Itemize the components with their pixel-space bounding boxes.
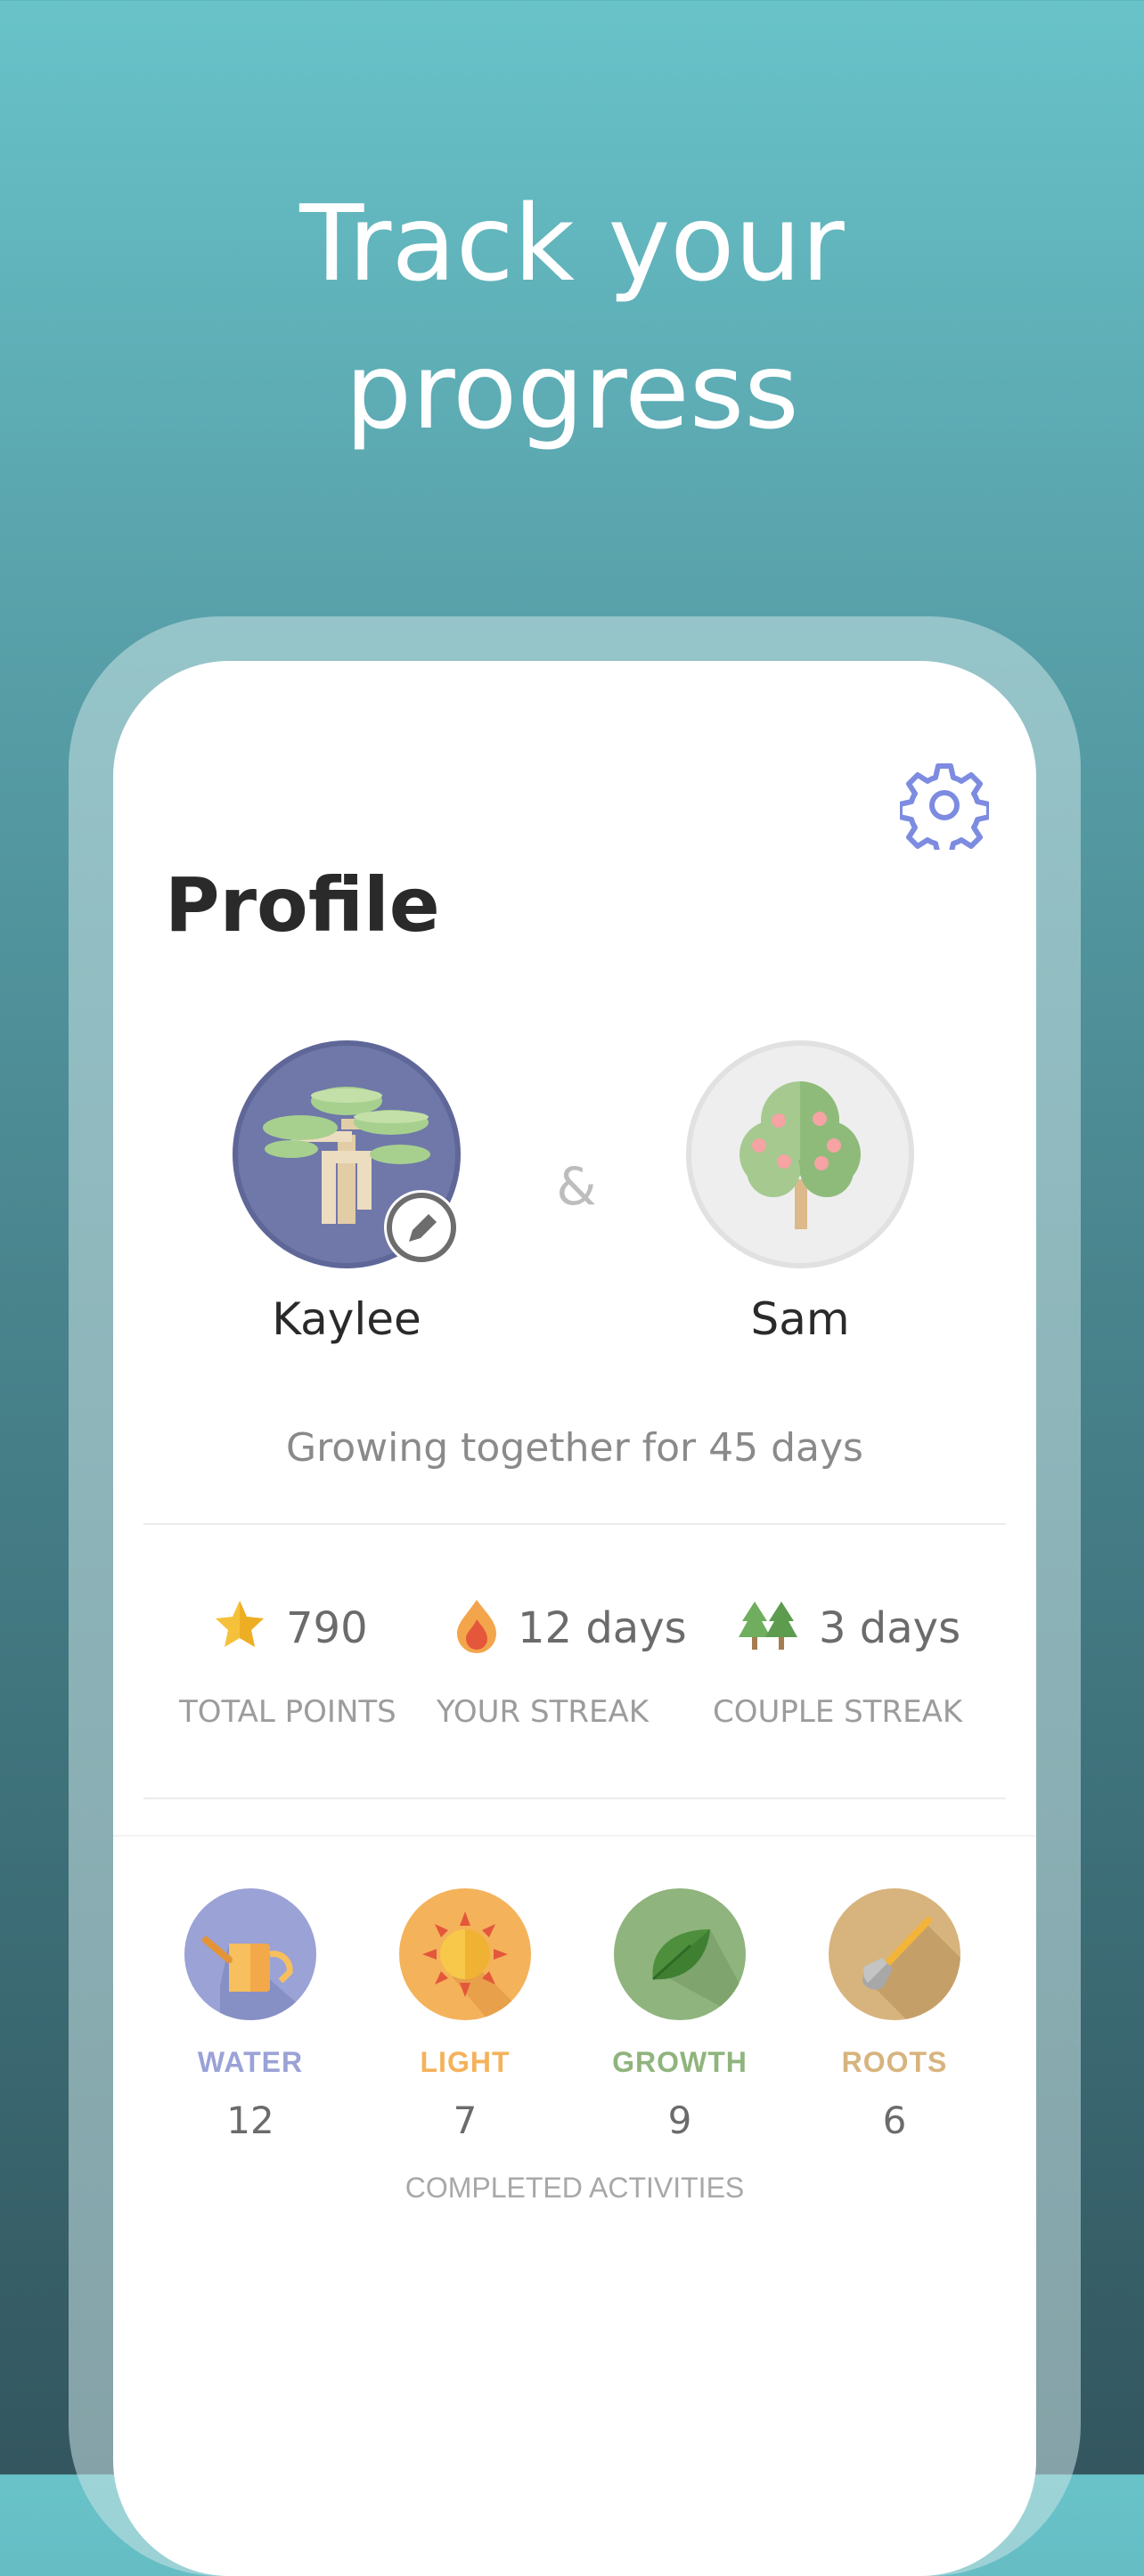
profile-screen: Profile & Kaylee Sam Growing together fo… [113,661,1036,2576]
leaf-icon [651,1929,746,2020]
partner-name: Sam [750,1293,850,1345]
pine-trees-icon [739,1602,797,1650]
activity-count: 12 [226,2099,274,2142]
activity-count: 7 [453,2099,478,2142]
user-name: Kaylee [272,1293,421,1345]
watering-can-icon [202,1936,316,2020]
star-icon [216,1601,264,1647]
shovel-icon [862,1917,960,2020]
activity-label: WATER [197,2046,304,2078]
stat-label: TOTAL POINTS [179,1694,396,1730]
headline: Track your progress [0,169,1144,465]
activity-roots[interactable] [829,1888,960,2020]
divider [143,1523,1006,1525]
stat-total-points: 790 [213,1598,480,1660]
section-divider [113,1835,1036,1837]
activity-label: LIGHT [420,2046,511,2078]
page-title: Profile [165,861,440,949]
divider [143,1797,1006,1799]
completed-activities-label: COMPLETED ACTIVITIES [404,2172,745,2204]
fruit-tree-avatar [740,1081,861,1229]
stat-label: YOUR STREAK [437,1694,649,1730]
stat-value: 3 days [819,1603,961,1653]
stat-value: 12 days [518,1603,687,1653]
partner-avatar[interactable] [686,1040,914,1268]
stat-label: COUPLE STREAK [713,1694,963,1730]
together-duration: Growing together for 45 days [286,1425,863,1471]
ampersand: & [556,1156,597,1217]
stat-your-streak: 12 days [454,1598,721,1660]
headline-line-2: progress [345,330,799,452]
activity-label: GROWTH [612,2046,748,2078]
headline-line-1: Track your [299,182,845,305]
gear-icon[interactable] [897,761,992,858]
activity-label: ROOTS [841,2046,948,2078]
stat-couple-streak: 3 days [737,1598,1004,1660]
edit-avatar-button[interactable] [384,1190,459,1265]
activity-light[interactable] [399,1888,531,2020]
activity-water[interactable] [184,1888,316,2020]
flame-icon [457,1600,496,1653]
activity-count: 9 [667,2099,692,2142]
sun-icon [422,1912,531,2020]
activity-growth[interactable] [614,1888,746,2020]
stat-value: 790 [286,1603,368,1653]
pencil-icon [387,1193,456,1262]
activity-count: 6 [882,2099,907,2142]
